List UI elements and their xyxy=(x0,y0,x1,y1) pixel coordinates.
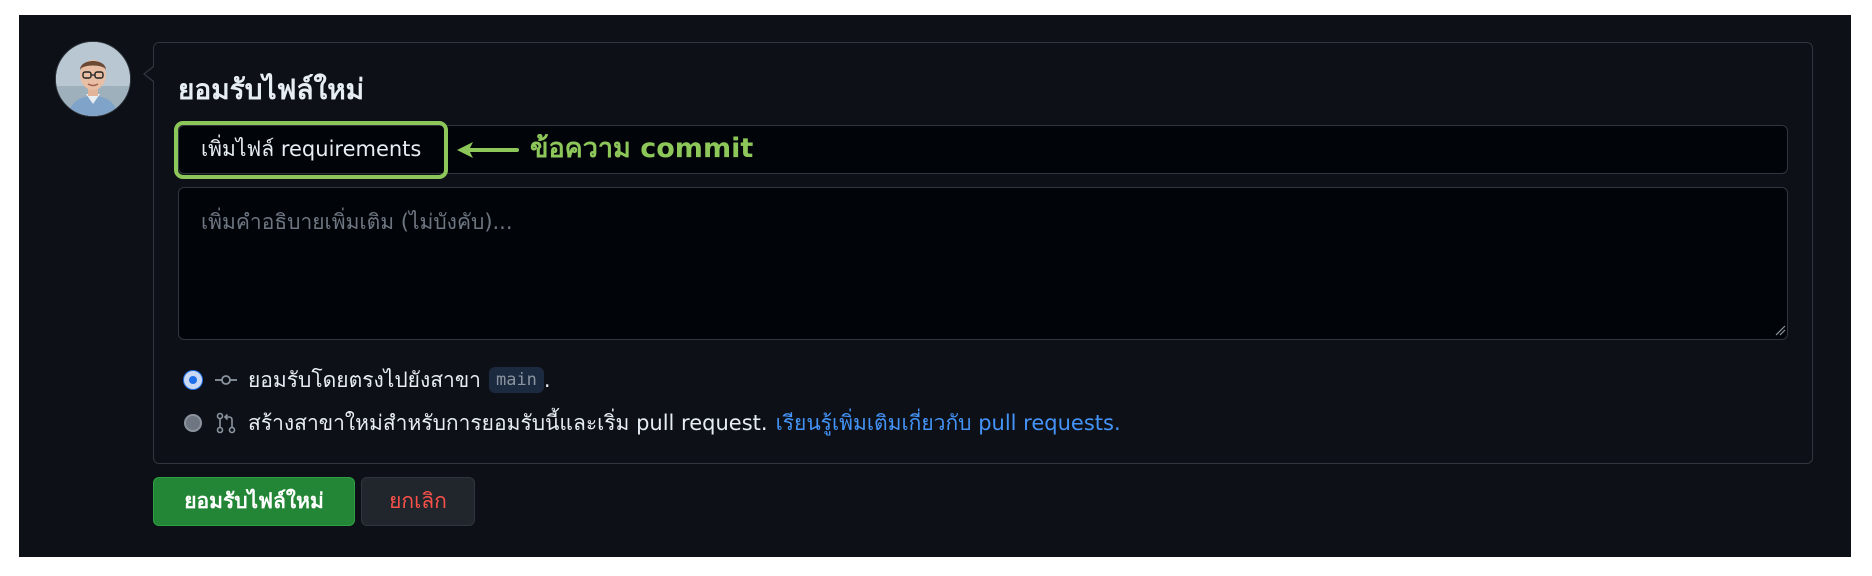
option-pr-label: สร้างสาขาใหม่สำหรับการยอมรับนี้และเริ่ม … xyxy=(248,410,768,435)
cancel-button[interactable]: ยกเลิก xyxy=(361,477,475,526)
annotation-arrow-icon xyxy=(457,142,519,158)
panel-pointer-inner xyxy=(145,67,154,81)
branch-name-badge: main xyxy=(488,367,544,393)
commit-panel-title: ยอมรับไฟล์ใหม่ xyxy=(178,73,365,106)
commit-new-file-button[interactable]: ยอมรับไฟล์ใหม่ xyxy=(153,477,355,526)
learn-more-link[interactable]: เรียนรู้เพิ่มเติมเกี่ยวกับ pull requests… xyxy=(776,407,1121,440)
commit-message-input[interactable] xyxy=(178,125,1788,174)
git-pull-request-icon xyxy=(216,412,236,434)
radio-direct-commit[interactable] xyxy=(184,371,202,389)
option-direct-label: ยอมรับโดยตรงไปยังสาขา xyxy=(248,367,481,392)
resize-handle-icon[interactable] xyxy=(1774,324,1786,336)
option-new-branch-pr[interactable]: สร้างสาขาใหม่สำหรับการยอมรับนี้และเริ่ม … xyxy=(184,406,1121,440)
avatar-icon xyxy=(56,42,130,116)
commit-description-textarea[interactable] xyxy=(178,187,1788,340)
option-direct-suffix: . xyxy=(543,368,551,392)
option-direct-commit[interactable]: ยอมรับโดยตรงไปยังสาขา main . xyxy=(184,363,551,397)
user-avatar[interactable] xyxy=(55,41,131,117)
annotation-label: ข้อความ commit xyxy=(530,133,754,164)
radio-new-branch-pr[interactable] xyxy=(184,414,202,432)
git-commit-icon xyxy=(215,375,237,385)
